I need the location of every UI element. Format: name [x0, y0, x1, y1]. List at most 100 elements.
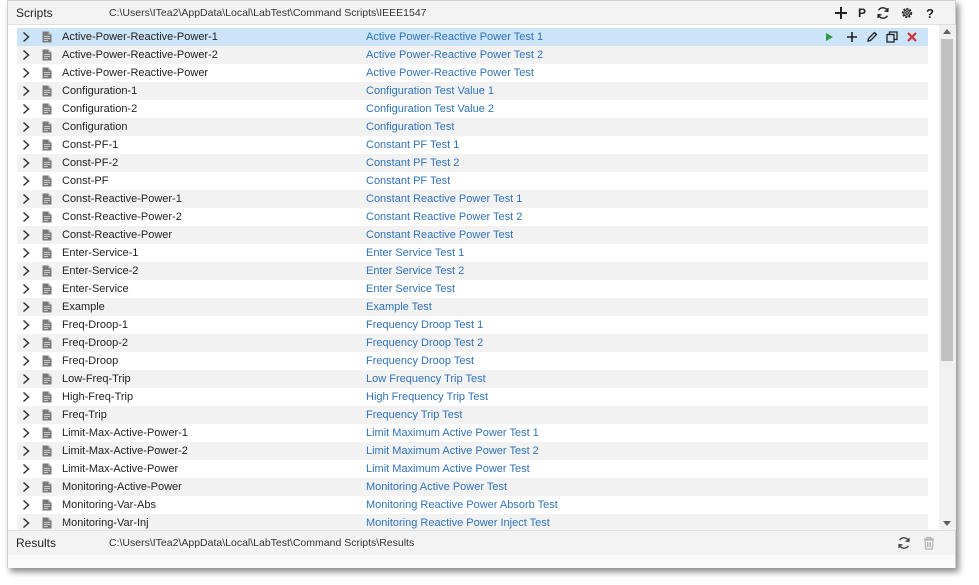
script-description[interactable]: Constant Reactive Power Test: [366, 229, 513, 241]
script-description[interactable]: Low Frequency Trip Test: [366, 373, 486, 385]
chevron-right-icon[interactable]: [21, 247, 31, 259]
script-description[interactable]: Enter Service Test 1: [366, 247, 464, 259]
scroll-up-arrow-icon[interactable]: [943, 29, 951, 34]
chevron-right-icon[interactable]: [21, 49, 31, 61]
script-description[interactable]: Enter Service Test: [366, 283, 455, 295]
script-description[interactable]: Limit Maximum Active Power Test: [366, 463, 530, 475]
script-row[interactable]: Freq-Droop Frequency Droop Test: [17, 352, 928, 370]
script-description[interactable]: Monitoring Reactive Power Absorb Test: [366, 499, 558, 511]
chevron-right-icon[interactable]: [21, 409, 31, 421]
script-row[interactable]: Active-Power-Reactive-Power Active Power-…: [17, 64, 928, 82]
script-row[interactable]: Low-Freq-Trip Low Frequency Trip Test: [17, 370, 928, 388]
script-description[interactable]: Frequency Droop Test 1: [366, 319, 483, 331]
script-row[interactable]: Monitoring-Var-Inj Monitoring Reactive Po…: [17, 514, 928, 530]
script-row[interactable]: Const-PF-2 Constant PF Test 2: [17, 154, 928, 172]
chevron-right-icon[interactable]: [21, 229, 31, 241]
add-step-icon[interactable]: [845, 30, 859, 44]
script-description[interactable]: Example Test: [366, 301, 432, 313]
help-button[interactable]: ?: [921, 4, 939, 22]
script-row[interactable]: Limit-Max-Active-Power-2 Limit Maximum Ac…: [17, 442, 928, 460]
script-description[interactable]: High Frequency Trip Test: [366, 391, 488, 403]
chevron-right-icon[interactable]: [21, 463, 31, 475]
script-row[interactable]: Const-Reactive-Power-1 Constant Reactive …: [17, 190, 928, 208]
chevron-right-icon[interactable]: [21, 211, 31, 223]
script-row[interactable]: Monitoring-Active-Power Monitoring Active…: [17, 478, 928, 496]
chevron-right-icon[interactable]: [21, 445, 31, 457]
chevron-right-icon[interactable]: [21, 139, 31, 151]
script-description[interactable]: Frequency Droop Test 2: [366, 337, 483, 349]
chevron-right-icon[interactable]: [21, 103, 31, 115]
delete-icon[interactable]: [905, 30, 919, 44]
script-description[interactable]: Active Power-Reactive Power Test: [366, 67, 534, 79]
chevron-right-icon[interactable]: [21, 427, 31, 439]
chevron-right-icon[interactable]: [21, 391, 31, 403]
copy-icon[interactable]: [885, 30, 899, 44]
script-row[interactable]: Configuration-2 Configuration Test Value …: [17, 100, 928, 118]
chevron-right-icon[interactable]: [21, 499, 31, 511]
chevron-right-icon[interactable]: [21, 373, 31, 385]
script-row[interactable]: Freq-Trip Frequency Trip Test: [17, 406, 928, 424]
script-row[interactable]: Enter-Service-1 Enter Service Test 1: [17, 244, 928, 262]
script-row[interactable]: Configuration-1 Configuration Test Value …: [17, 82, 928, 100]
script-description[interactable]: Constant Reactive Power Test 1: [366, 193, 522, 205]
chevron-right-icon[interactable]: [21, 337, 31, 349]
gear-icon[interactable]: [898, 4, 916, 22]
chevron-right-icon[interactable]: [21, 481, 31, 493]
chevron-right-icon[interactable]: [21, 301, 31, 313]
chevron-right-icon[interactable]: [21, 319, 31, 331]
script-row[interactable]: Freq-Droop-2 Frequency Droop Test 2: [17, 334, 928, 352]
script-row[interactable]: Enter-Service-2 Enter Service Test 2: [17, 262, 928, 280]
chevron-right-icon[interactable]: [21, 31, 31, 43]
script-description[interactable]: Configuration Test: [366, 121, 454, 133]
chevron-right-icon[interactable]: [21, 121, 31, 133]
script-description[interactable]: Monitoring Active Power Test: [366, 481, 507, 493]
scrollbar-thumb[interactable]: [941, 39, 953, 361]
script-description[interactable]: Enter Service Test 2: [366, 265, 464, 277]
script-description[interactable]: Monitoring Reactive Power Inject Test: [366, 517, 550, 529]
edit-pencil-icon[interactable]: [865, 30, 879, 44]
script-row[interactable]: Const-PF Constant PF Test: [17, 172, 928, 190]
chevron-right-icon[interactable]: [21, 157, 31, 169]
chevron-right-icon[interactable]: [21, 85, 31, 97]
script-row[interactable]: Active-Power-Reactive-Power-2 Active Powe…: [17, 46, 928, 64]
script-description[interactable]: Configuration Test Value 2: [366, 103, 494, 115]
scroll-down-arrow-icon[interactable]: [943, 521, 951, 526]
script-description[interactable]: Limit Maximum Active Power Test 1: [366, 427, 539, 439]
script-description[interactable]: Active Power-Reactive Power Test 2: [366, 49, 543, 61]
trash-icon[interactable]: [920, 534, 938, 552]
script-row[interactable]: Configuration Configuration Test: [17, 118, 928, 136]
chevron-right-icon[interactable]: [21, 265, 31, 277]
script-description[interactable]: Limit Maximum Active Power Test 2: [366, 445, 539, 457]
results-refresh-icon[interactable]: [895, 534, 913, 552]
script-description[interactable]: Constant PF Test: [366, 175, 450, 187]
script-row[interactable]: Const-PF-1 Constant PF Test 1: [17, 136, 928, 154]
script-row[interactable]: Freq-Droop-1 Frequency Droop Test 1: [17, 316, 928, 334]
chevron-right-icon[interactable]: [21, 283, 31, 295]
chevron-right-icon[interactable]: [21, 193, 31, 205]
script-row[interactable]: Limit-Max-Active-Power Limit Maximum Acti…: [17, 460, 928, 478]
script-row[interactable]: Active-Power-Reactive-Power-1 Active Powe…: [17, 28, 928, 46]
script-row[interactable]: Monitoring-Var-Abs Monitoring Reactive Po…: [17, 496, 928, 514]
run-icon[interactable]: [822, 30, 836, 44]
chevron-right-icon[interactable]: [21, 67, 31, 79]
script-row[interactable]: Const-Reactive-Power-2 Constant Reactive …: [17, 208, 928, 226]
script-row[interactable]: Const-Reactive-Power Constant Reactive Po…: [17, 226, 928, 244]
script-description[interactable]: Frequency Trip Test: [366, 409, 462, 421]
script-description[interactable]: Frequency Droop Test: [366, 355, 474, 367]
script-description[interactable]: Constant Reactive Power Test 2: [366, 211, 522, 223]
script-row[interactable]: Enter-Service Enter Service Test: [17, 280, 928, 298]
script-description[interactable]: Constant PF Test 1: [366, 139, 459, 151]
chevron-right-icon[interactable]: [21, 517, 31, 529]
script-description[interactable]: Active Power-Reactive Power Test 1: [366, 31, 543, 43]
chevron-right-icon[interactable]: [21, 175, 31, 187]
script-row[interactable]: Limit-Max-Active-Power-1 Limit Maximum Ac…: [17, 424, 928, 442]
script-row[interactable]: High-Freq-Trip High Frequency Trip Test: [17, 388, 928, 406]
vertical-scrollbar[interactable]: [939, 25, 956, 530]
script-description[interactable]: Constant PF Test 2: [366, 157, 459, 169]
chevron-right-icon[interactable]: [21, 355, 31, 367]
refresh-icon[interactable]: [874, 4, 892, 22]
script-description[interactable]: Configuration Test Value 1: [366, 85, 494, 97]
add-icon[interactable]: [832, 4, 850, 22]
p-button[interactable]: P: [853, 4, 871, 22]
script-row[interactable]: Example Example Test: [17, 298, 928, 316]
